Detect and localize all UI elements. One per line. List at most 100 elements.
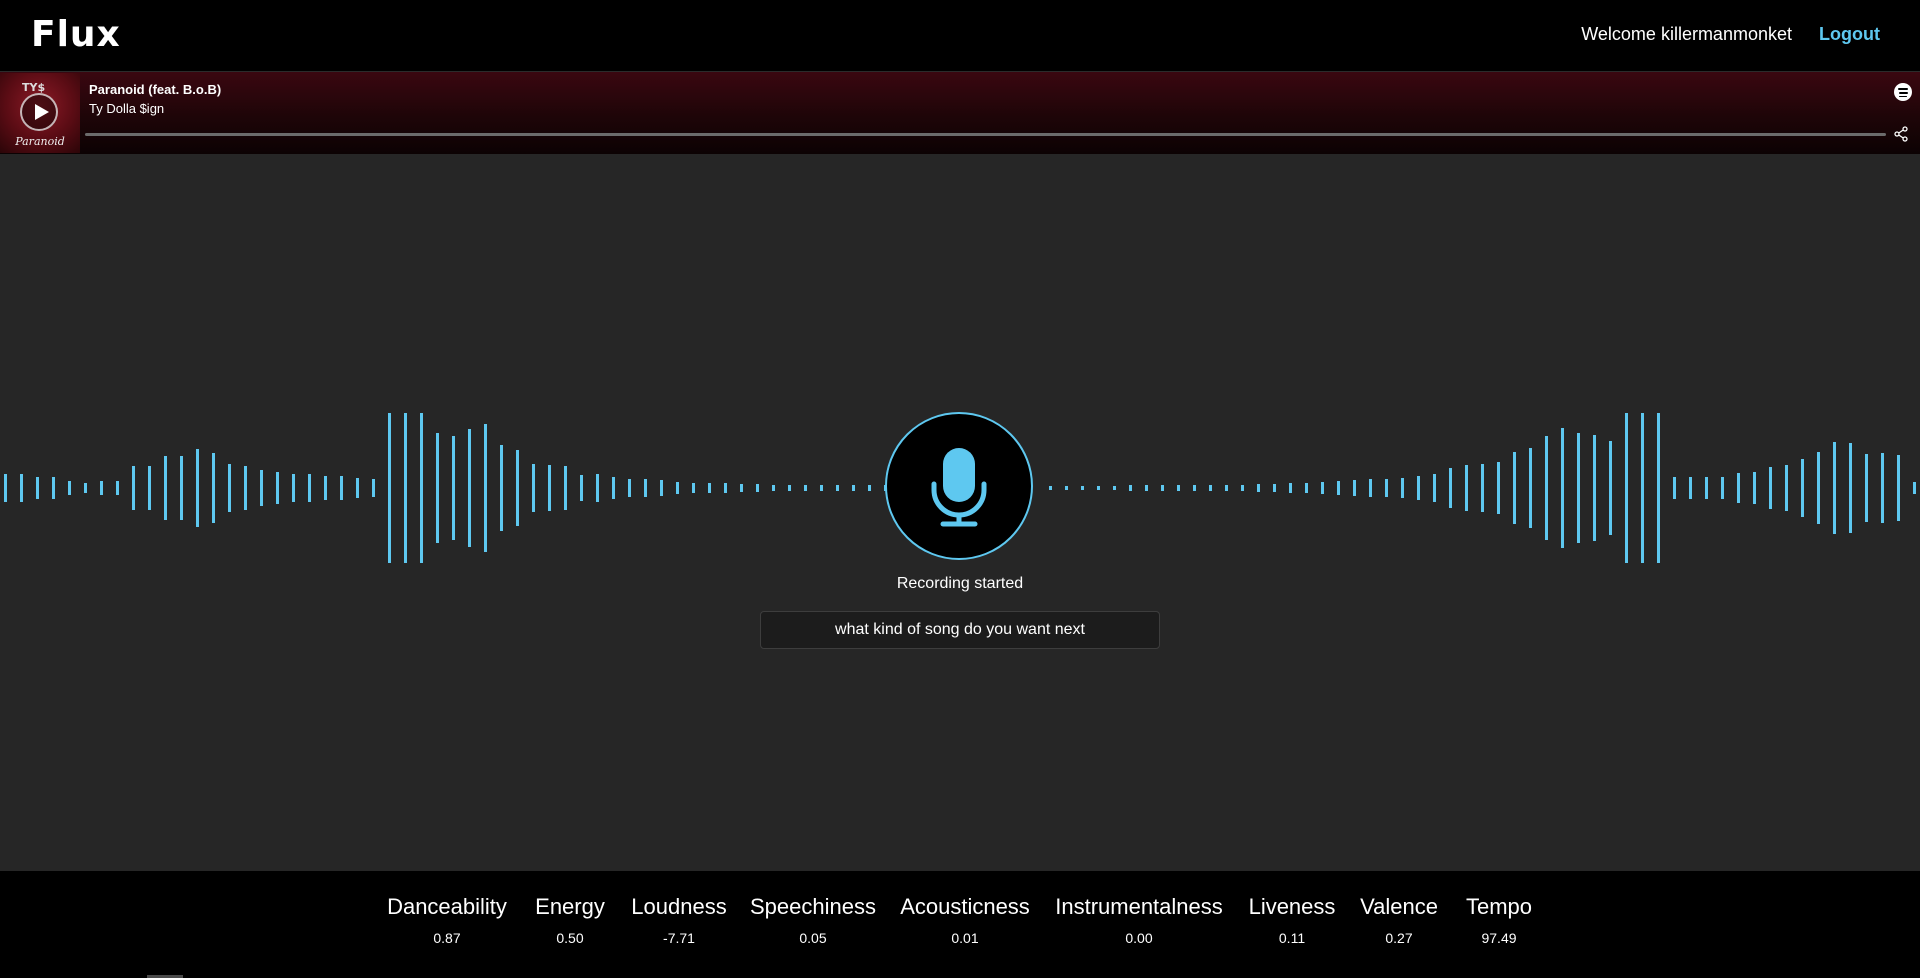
waveform-bar	[1209, 485, 1212, 491]
feature-acousticness: Acousticness 0.01	[900, 894, 1030, 946]
waveform-bar	[1865, 454, 1868, 522]
feature-name: Speechiness	[750, 894, 876, 919]
waveform-bar	[1337, 481, 1340, 495]
waveform-bar	[308, 474, 311, 502]
waveform-bar	[708, 483, 711, 493]
waveform-bar	[1705, 477, 1708, 499]
welcome-text: Welcome killermanmonket	[1581, 24, 1792, 44]
waveform-bar	[1081, 486, 1084, 490]
feature-name: Energy	[535, 894, 605, 919]
waveform-bar	[276, 472, 279, 504]
waveform-bar	[1177, 485, 1180, 491]
album-cover: TY$ Paranoid	[0, 73, 80, 153]
track-artist[interactable]: Ty Dolla $ign	[89, 101, 164, 116]
progress-bar[interactable]	[85, 133, 1886, 136]
waveform-bar	[1257, 484, 1260, 492]
audio-features-bar: Danceability 0.87 Energy 0.50 Loudness -…	[0, 871, 1920, 978]
waveform-bar	[1241, 485, 1244, 491]
waveform-bar	[1881, 453, 1884, 523]
feature-valence: Valence 0.27	[1360, 894, 1438, 946]
waveform-bar	[292, 474, 295, 502]
waveform-bar	[532, 464, 535, 512]
waveform-bar	[1801, 459, 1804, 517]
feature-name: Tempo	[1465, 894, 1533, 919]
waveform-bar	[644, 479, 647, 497]
waveform-bar	[756, 484, 759, 492]
feature-value: 0.00	[1125, 930, 1153, 946]
waveform-bar	[772, 485, 775, 491]
waveform-bar	[100, 481, 103, 495]
waveform-bar	[1113, 486, 1116, 490]
waveform-bar	[1401, 478, 1404, 498]
waveform-bar	[1049, 486, 1052, 490]
waveform-bar	[1465, 465, 1468, 511]
waveform-bar	[1641, 413, 1644, 563]
mic-button[interactable]	[885, 412, 1033, 560]
waveform-bar	[244, 466, 247, 510]
feature-speechiness: Speechiness 0.05	[750, 894, 876, 946]
waveform-bar	[1545, 436, 1548, 540]
waveform-bar	[724, 483, 727, 493]
waveform-bar	[1785, 465, 1788, 511]
waveform-bar	[788, 485, 791, 491]
waveform-bar	[1369, 479, 1372, 497]
waveform-bar	[132, 466, 135, 510]
waveform-bar	[356, 478, 359, 498]
spotify-icon[interactable]	[1894, 83, 1912, 101]
waveform-bar	[404, 413, 407, 563]
waveform-bar	[1097, 486, 1100, 490]
feature-value: 0.87	[433, 930, 461, 946]
waveform-bar	[260, 470, 263, 506]
feature-name: Loudness	[631, 894, 727, 919]
waveform-bar	[1769, 467, 1772, 509]
waveform-bar	[1481, 464, 1484, 512]
waveform-bar	[692, 483, 695, 493]
waveform-bar	[452, 436, 455, 540]
waveform-bar	[1577, 433, 1580, 543]
waveform-bar	[500, 445, 503, 531]
waveform-bar	[468, 429, 471, 547]
waveform-bar	[660, 480, 663, 496]
track-title[interactable]: Paranoid (feat. B.o.B)	[89, 82, 221, 97]
waveform-bar	[1353, 480, 1356, 496]
waveform-bar	[68, 481, 71, 495]
feature-liveness: Liveness 0.11	[1249, 894, 1336, 946]
waveform-bar	[820, 485, 823, 491]
waveform-bar	[4, 474, 7, 502]
share-icon[interactable]	[1893, 126, 1909, 142]
waveform-bar	[1561, 428, 1564, 548]
feature-name: Instrumentalness	[1055, 894, 1223, 919]
feature-value: -7.71	[663, 930, 695, 946]
waveform-bar	[52, 477, 55, 499]
waveform-bar	[1721, 477, 1724, 499]
waveform-bar	[1433, 474, 1436, 502]
waveform-bar	[1449, 468, 1452, 508]
waveform-bar	[580, 475, 583, 501]
logout-button[interactable]: Logout	[1819, 24, 1880, 45]
waveform-bar	[20, 474, 23, 502]
feature-name: Acousticness	[900, 894, 1030, 919]
waveform-bar	[596, 474, 599, 502]
play-icon[interactable]	[20, 93, 58, 131]
waveform-bar	[804, 485, 807, 491]
waveform-bar	[1161, 485, 1164, 491]
waveform-bar	[868, 485, 871, 491]
waveform-bar	[436, 433, 439, 543]
waveform-bar	[1129, 485, 1132, 491]
waveform-bar	[1417, 476, 1420, 500]
feature-loudness: Loudness -7.71	[631, 894, 726, 946]
app-logo[interactable]: Flux	[31, 14, 121, 55]
cover-caption: Paranoid	[15, 135, 65, 148]
recording-status: Recording started	[896, 575, 1024, 592]
waveform-bar	[1657, 413, 1660, 563]
waveform-bar	[1193, 485, 1196, 491]
waveform-bar	[1833, 442, 1836, 534]
waveform-bar	[1897, 455, 1900, 521]
waveform-bar	[340, 476, 343, 500]
feature-value: 0.50	[556, 930, 584, 946]
waveform-bar	[1065, 486, 1068, 490]
feature-tempo: Tempo 97.49	[1466, 894, 1532, 946]
waveform-bar	[1225, 485, 1228, 491]
waveform-bar	[1593, 435, 1596, 541]
waveform-bar	[548, 465, 551, 511]
